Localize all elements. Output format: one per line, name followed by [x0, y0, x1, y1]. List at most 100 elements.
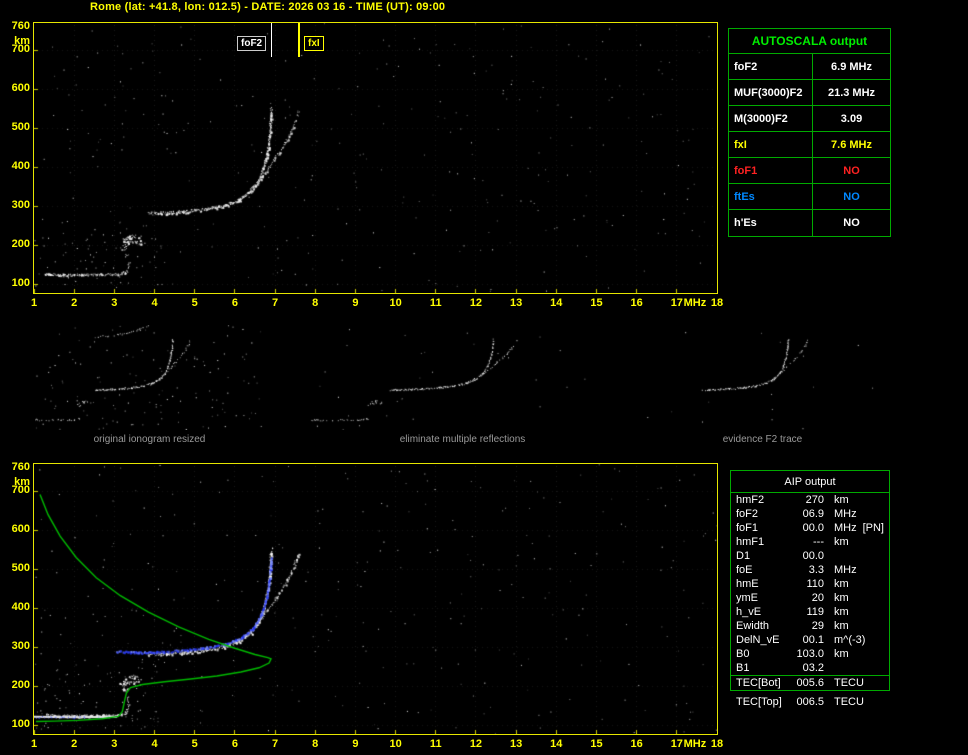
y-axis-unit: km [2, 476, 30, 488]
autoscala-row: MUF(3000)F221.3 MHz [729, 80, 890, 106]
aip-param-note [849, 493, 884, 507]
x-tick-label: 16 [631, 738, 643, 750]
aip-param-unit: km [824, 619, 849, 633]
x-tick-label: 10 [389, 297, 401, 309]
x-tick-label: 15 [590, 297, 602, 309]
autoscala-row-value: 21.3 MHz [813, 80, 890, 105]
y-tick-label: 400 [2, 601, 30, 613]
thumbnail-multiple-reflections-removed [310, 325, 615, 430]
aip-param-name: h_vE [736, 605, 790, 619]
aip-param-name: foF1 [736, 521, 790, 535]
fxi-marker-label: fxI [304, 36, 324, 51]
aip-param-value: 110 [790, 577, 824, 591]
x-tick-label: 16 [631, 297, 643, 309]
autoscala-row-value: 3.09 [813, 106, 890, 131]
x-tick-label: 7 [272, 738, 278, 750]
aip-param-note [857, 563, 884, 577]
top-ionogram-canvas [34, 23, 717, 293]
x-tick-label: 3 [111, 738, 117, 750]
autoscala-row: fxI7.6 MHz [729, 132, 890, 158]
aip-param-note [834, 549, 884, 563]
aip-row: ymE20km [731, 591, 889, 605]
x-tick-label: 12 [470, 738, 482, 750]
thumbnail-f2-trace [635, 325, 890, 430]
autoscala-row-value: NO [813, 210, 890, 236]
thumbnail-caption-original: original ionogram resized [35, 434, 264, 445]
autoscala-header: AUTOSCALA output [729, 29, 890, 54]
x-tick-label: 14 [550, 297, 562, 309]
y-tick-label: 600 [2, 523, 30, 535]
autoscala-row-label: fxI [729, 132, 813, 157]
x-tick-label: 8 [312, 297, 318, 309]
aip-param-unit [824, 549, 834, 563]
aip-param-unit [824, 661, 834, 675]
x-tick-label: 5 [192, 738, 198, 750]
aip-param-note: [PN] [857, 521, 884, 535]
y-tick-label: 760 [2, 20, 30, 32]
x-tick-label: 12 [470, 297, 482, 309]
x-tick-label: 17 [671, 738, 683, 750]
x-tick-label: 13 [510, 297, 522, 309]
x-tick-label: 3 [111, 297, 117, 309]
aip-param-unit: MHz [824, 563, 857, 577]
aip-param-note [849, 619, 884, 633]
x-tick-label: 13 [510, 738, 522, 750]
thumbnail-original-ionogram [35, 325, 264, 430]
aip-row: hmF1---km [731, 535, 889, 549]
aip-param-name: hmF2 [736, 493, 790, 507]
autoscala-row: h'EsNO [729, 210, 890, 236]
autoscala-window: Rome (lat: +41.8, lon: 012.5) - DATE: 20… [0, 0, 968, 755]
aip-param-note [849, 647, 884, 661]
thumbnail-caption-f2: evidence F2 trace [635, 434, 890, 445]
x-tick-label: 1 [31, 297, 37, 309]
aip-row: B0103.0km [731, 647, 889, 661]
y-tick-label: 300 [2, 199, 30, 211]
aip-param-unit: km [824, 647, 849, 661]
autoscala-row: foF1NO [729, 158, 890, 184]
aip-param-note [849, 591, 884, 605]
x-tick-label: 15 [590, 738, 602, 750]
aip-param-name: TEC[Top] [736, 695, 790, 709]
x-axis-unit: MHz [684, 297, 707, 309]
aip-param-unit: km [824, 591, 849, 605]
autoscala-table: AUTOSCALA output foF26.9 MHzMUF(3000)F22… [728, 28, 891, 237]
y-axis-unit: km [2, 35, 30, 47]
aip-header: AIP output [731, 471, 889, 493]
aip-param-unit: MHz [824, 507, 857, 521]
x-axis-unit: MHz [684, 738, 707, 750]
aip-param-name: B1 [736, 661, 790, 675]
aip-row: hmE110km [731, 577, 889, 591]
x-tick-label: 6 [232, 738, 238, 750]
x-tick-label: 2 [71, 738, 77, 750]
aip-param-unit: MHz [824, 521, 857, 535]
aip-param-note [849, 535, 884, 549]
x-tick-label: 10 [389, 738, 401, 750]
y-tick-label: 100 [2, 277, 30, 289]
aip-param-value: 00.0 [790, 521, 824, 535]
fof2-marker-label: foF2 [237, 36, 266, 51]
aip-row: h_vE119km [731, 605, 889, 619]
aip-row: B103.2 [731, 661, 889, 675]
x-tick-label: 14 [550, 738, 562, 750]
autoscala-row-label: foF2 [729, 54, 813, 79]
autoscala-row-value: 6.9 MHz [813, 54, 890, 79]
top-ionogram-plot: foF2 fxI [33, 22, 718, 294]
aip-param-note [849, 605, 884, 619]
aip-tec-top-row: TEC[Top]006.5TECU [731, 695, 889, 709]
aip-param-name: TEC[Bot] [736, 676, 790, 690]
x-tick-label: 18 [711, 297, 723, 309]
autoscala-row: foF26.9 MHz [729, 54, 890, 80]
aip-param-unit: km [824, 493, 849, 507]
x-tick-label: 17 [671, 297, 683, 309]
x-tick-label: 18 [711, 738, 723, 750]
y-tick-label: 500 [2, 121, 30, 133]
aip-param-value: 270 [790, 493, 824, 507]
aip-param-note [849, 577, 884, 591]
aip-param-unit: TECU [824, 676, 864, 690]
x-tick-label: 9 [352, 297, 358, 309]
y-tick-label: 200 [2, 679, 30, 691]
aip-param-name: hmE [736, 577, 790, 591]
autoscala-row: M(3000)F23.09 [729, 106, 890, 132]
aip-row: foF206.9MHz [731, 507, 889, 521]
x-tick-label: 9 [352, 738, 358, 750]
